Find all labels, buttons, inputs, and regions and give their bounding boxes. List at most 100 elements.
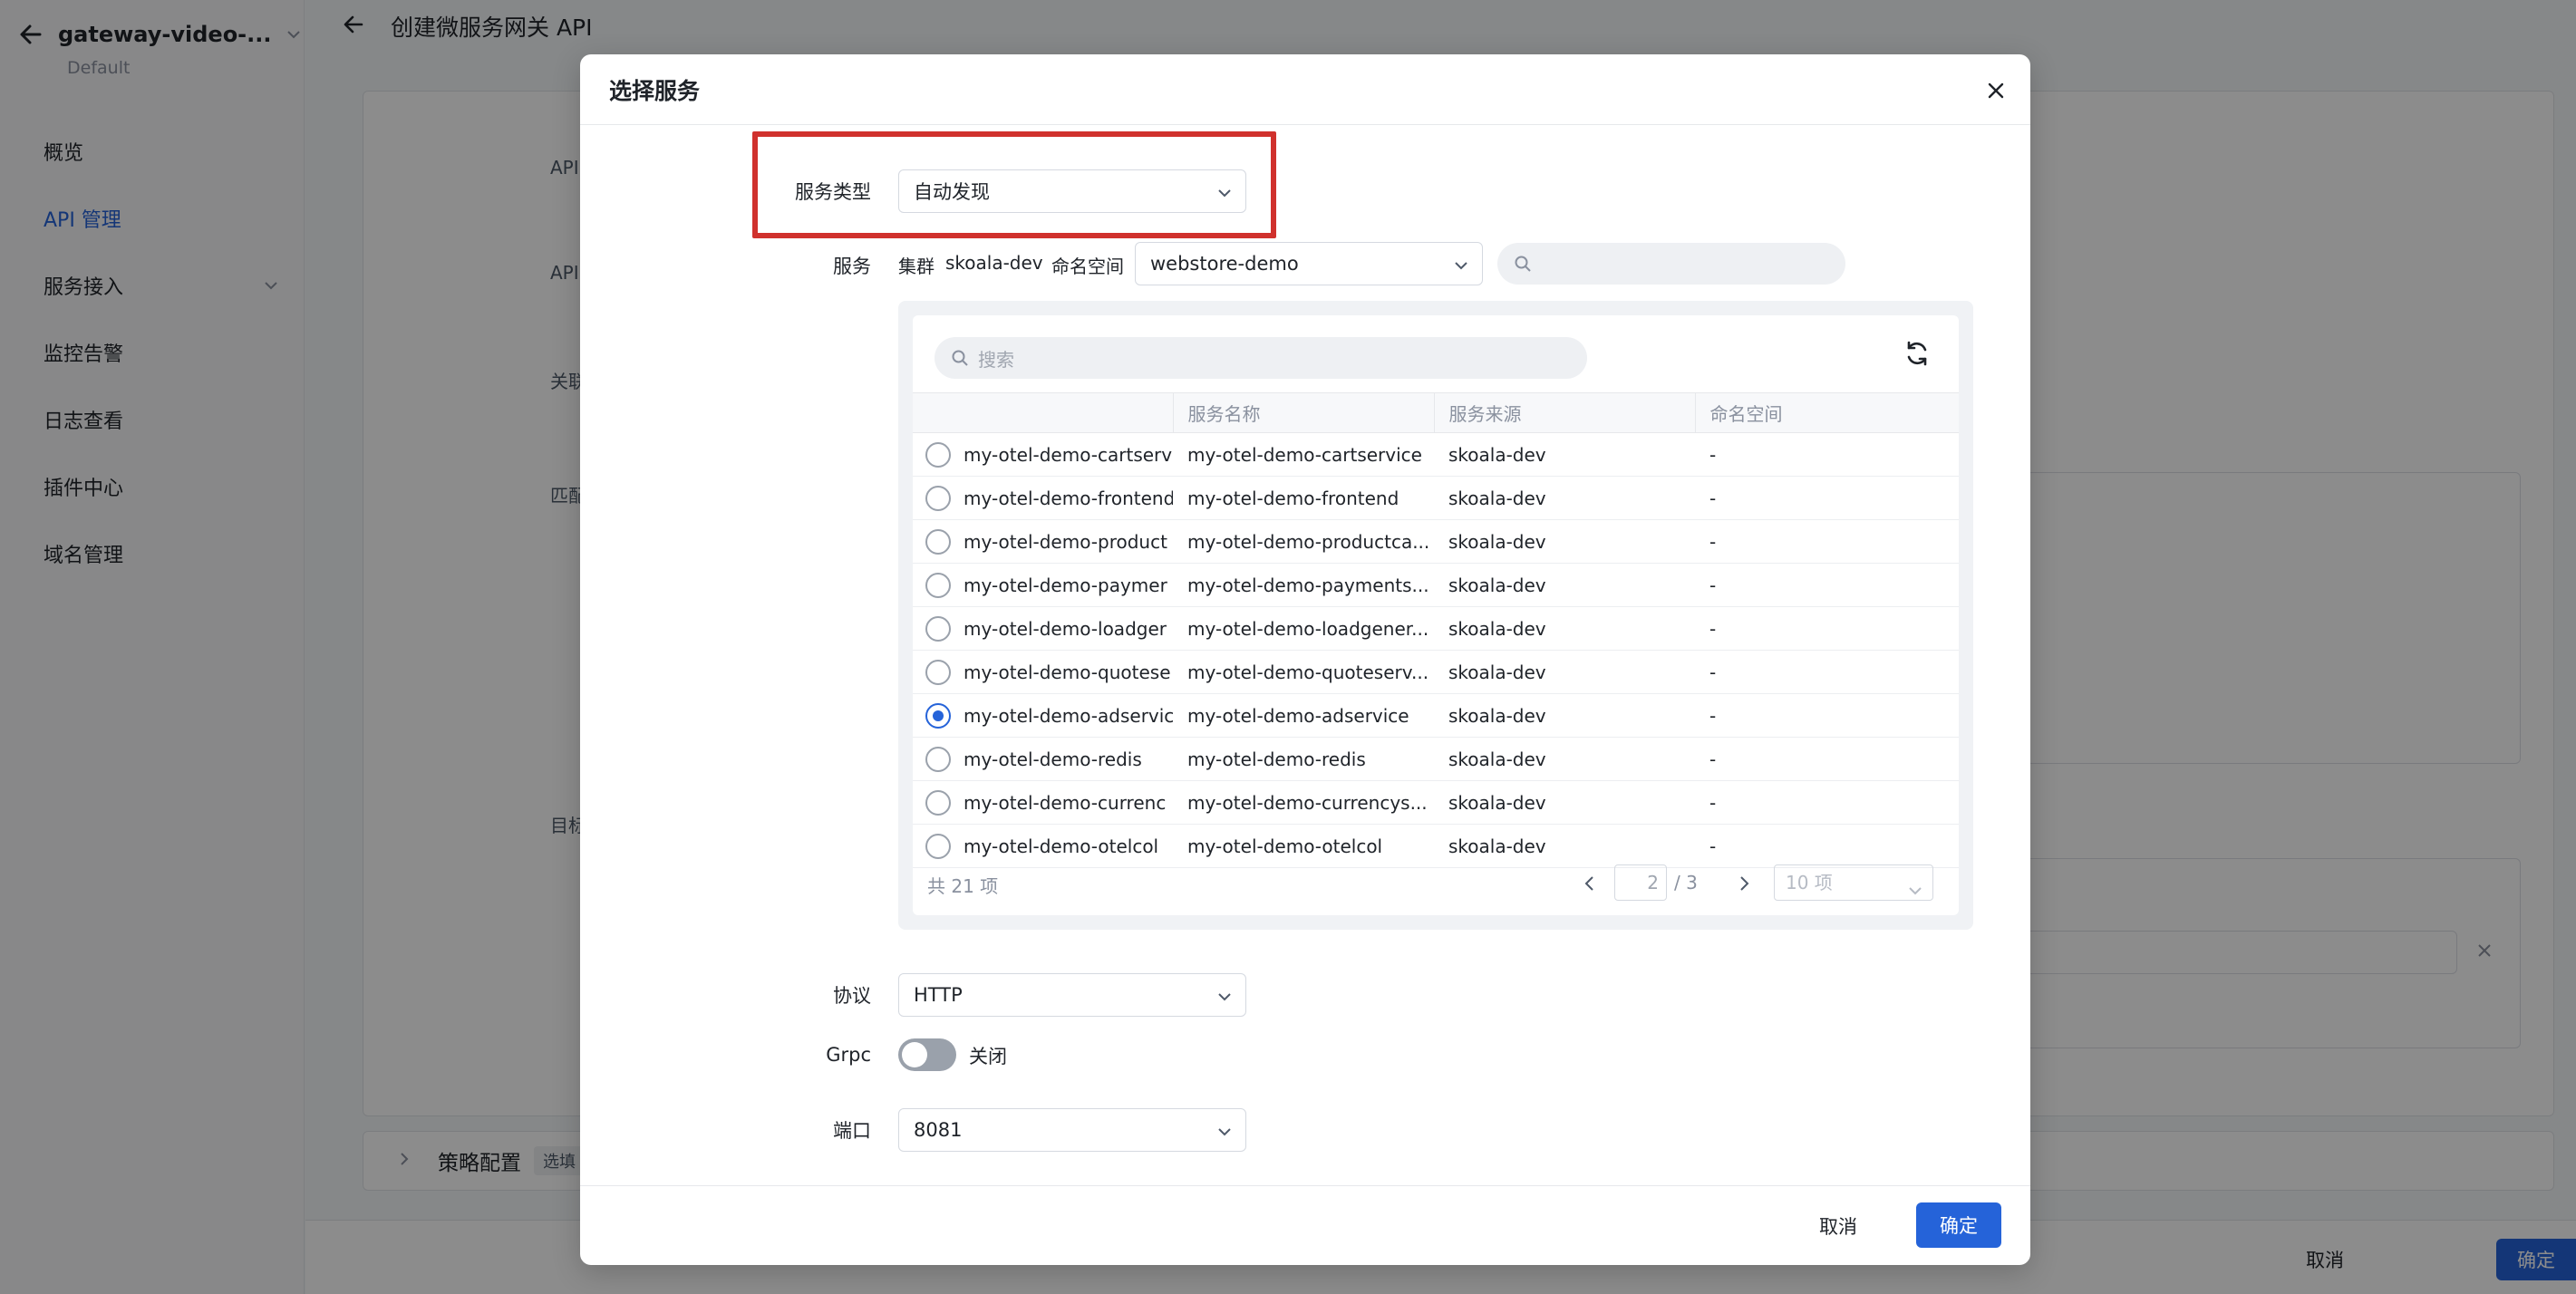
row-select-cell[interactable]: my-otel-demo-product — [913, 519, 1173, 564]
table-row[interactable]: my-otel-demo-quotese my-otel-demo-quotese… — [913, 650, 1959, 694]
protocol-select[interactable]: HTTP — [898, 973, 1246, 1017]
table-row[interactable]: my-otel-demo-currenc my-otel-demo-currenc… — [913, 780, 1959, 825]
confirm-button[interactable]: 确定 — [1916, 1202, 2001, 1248]
service-search-input[interactable] — [1497, 243, 1845, 285]
row-radio[interactable] — [925, 485, 951, 511]
row-radio[interactable] — [925, 833, 951, 859]
service-source-cell: skoala-dev — [1434, 563, 1695, 607]
row-id: my-otel-demo-paymer — [964, 574, 1167, 596]
cancel-button[interactable]: 取消 — [1802, 1204, 1874, 1248]
service-name-cell: my-otel-demo-cartservice — [1173, 432, 1434, 477]
table-row[interactable]: my-otel-demo-product my-otel-demo-product… — [913, 519, 1959, 564]
grpc-label: Grpc — [826, 1044, 871, 1066]
table-row[interactable]: my-otel-demo-adservic my-otel-demo-adserv… — [913, 693, 1959, 738]
service-table-panel: 搜索 服务名称 服务来源 命名空间 my-otel-demo-cartserv m… — [898, 301, 1973, 930]
service-source-cell: skoala-dev — [1434, 606, 1695, 651]
row-id: my-otel-demo-currenc — [964, 791, 1167, 814]
service-source-cell: skoala-dev — [1434, 780, 1695, 825]
cluster-label: 集群 — [898, 256, 935, 277]
row-id: my-otel-demo-quotese — [964, 661, 1171, 683]
page-size-value: 10 项 — [1786, 872, 1833, 893]
namespace-cell: - — [1695, 693, 1959, 738]
namespace-label: 命名空间 — [1051, 256, 1124, 277]
service-name-cell: my-otel-demo-adservice — [1173, 693, 1434, 738]
search-icon — [1515, 256, 1531, 272]
service-name-cell: my-otel-demo-payments... — [1173, 563, 1434, 607]
service-name-cell: my-otel-demo-quoteserv... — [1173, 650, 1434, 694]
namespace-cell: - — [1695, 606, 1959, 651]
row-id: my-otel-demo-redis — [964, 748, 1142, 770]
service-type-select[interactable]: 自动发现 — [898, 169, 1246, 213]
close-icon[interactable] — [1983, 78, 2009, 103]
table-row[interactable]: my-otel-demo-redis my-otel-demo-redis skoa… — [913, 737, 1959, 781]
row-select-cell[interactable]: my-otel-demo-adservic — [913, 693, 1173, 738]
row-id: my-otel-demo-frontend — [964, 487, 1173, 509]
table-header-row: 服务名称 服务来源 命名空间 — [913, 392, 1959, 433]
pagination: 共 21 项 2 / 3 10 项 — [913, 861, 1959, 906]
refresh-icon[interactable] — [1903, 339, 1932, 368]
chevron-down-icon — [1216, 1123, 1233, 1139]
column-header: 命名空间 — [1694, 392, 1959, 433]
select-service-modal: 选择服务 服务类型 自动发现 服务 集群 skoala-dev 命名空间 web… — [580, 54, 2030, 1265]
page-size-select[interactable]: 10 项 — [1774, 864, 1933, 901]
service-type-label: 服务类型 — [795, 181, 871, 203]
service-source-cell: skoala-dev — [1434, 650, 1695, 694]
row-select-cell[interactable]: my-otel-demo-paymer — [913, 563, 1173, 607]
row-id: my-otel-demo-loadger — [964, 617, 1167, 640]
chevron-down-icon — [1907, 875, 1923, 895]
column-header: 服务来源 — [1433, 392, 1695, 433]
row-select-cell[interactable]: my-otel-demo-cartserv — [913, 432, 1173, 477]
service-source-cell: skoala-dev — [1434, 519, 1695, 564]
table-row[interactable]: my-otel-demo-loadger my-otel-demo-loadgen… — [913, 606, 1959, 651]
table-search-input[interactable]: 搜索 — [935, 337, 1587, 379]
row-radio[interactable] — [925, 789, 951, 816]
row-select-cell[interactable]: my-otel-demo-frontend — [913, 476, 1173, 520]
port-value: 8081 — [914, 1119, 963, 1141]
page-input[interactable]: 2 — [1614, 864, 1667, 901]
row-select-cell[interactable]: my-otel-demo-quotese — [913, 650, 1173, 694]
row-id: my-otel-demo-adservic — [964, 704, 1173, 727]
modal-footer: 取消 确定 — [580, 1185, 2030, 1265]
service-name-cell: my-otel-demo-currencys... — [1173, 780, 1434, 825]
row-select-cell[interactable]: my-otel-demo-currenc — [913, 780, 1173, 825]
table-row[interactable]: my-otel-demo-paymer my-otel-demo-payments… — [913, 563, 1959, 607]
chevron-down-icon — [1453, 256, 1469, 273]
namespace-cell: - — [1695, 737, 1959, 781]
namespace-cell: - — [1695, 476, 1959, 520]
row-radio[interactable] — [925, 659, 951, 685]
chevron-left-icon[interactable] — [1580, 874, 1600, 893]
namespace-cell: - — [1695, 650, 1959, 694]
chevron-down-icon — [1216, 988, 1233, 1004]
table-row[interactable]: my-otel-demo-cartserv my-otel-demo-cartse… — [913, 432, 1959, 477]
namespace-cell: - — [1695, 519, 1959, 564]
service-name-cell: my-otel-demo-frontend — [1173, 476, 1434, 520]
row-radio[interactable] — [925, 528, 951, 555]
service-type-value: 自动发现 — [914, 181, 990, 203]
page-total: / 3 — [1674, 872, 1698, 893]
chevron-down-icon — [1216, 184, 1233, 200]
row-select-cell[interactable]: my-otel-demo-redis — [913, 737, 1173, 781]
row-id: my-otel-demo-product — [964, 530, 1167, 553]
protocol-value: HTTP — [914, 984, 963, 1006]
service-source-cell: skoala-dev — [1434, 432, 1695, 477]
modal-title: 选择服务 — [609, 77, 701, 104]
service-source-cell: skoala-dev — [1434, 476, 1695, 520]
row-radio[interactable] — [925, 441, 951, 468]
service-name-cell: my-otel-demo-loadgener... — [1173, 606, 1434, 651]
port-select[interactable]: 8081 — [898, 1108, 1246, 1152]
row-select-cell[interactable]: my-otel-demo-loadger — [913, 606, 1173, 651]
grpc-state: 关闭 — [969, 1046, 1007, 1067]
toggle-knob — [902, 1042, 927, 1067]
search-placeholder: 搜索 — [978, 348, 1014, 371]
search-icon — [952, 350, 968, 366]
row-radio[interactable] — [925, 702, 951, 729]
namespace-select[interactable]: webstore-demo — [1135, 242, 1483, 285]
service-name-cell: my-otel-demo-productca... — [1173, 519, 1434, 564]
row-radio[interactable] — [925, 615, 951, 642]
row-radio[interactable] — [925, 572, 951, 598]
service-source-cell: skoala-dev — [1434, 737, 1695, 781]
grpc-toggle[interactable] — [898, 1038, 956, 1071]
table-row[interactable]: my-otel-demo-frontend my-otel-demo-fronte… — [913, 476, 1959, 520]
chevron-right-icon[interactable] — [1734, 874, 1754, 893]
row-radio[interactable] — [925, 746, 951, 772]
